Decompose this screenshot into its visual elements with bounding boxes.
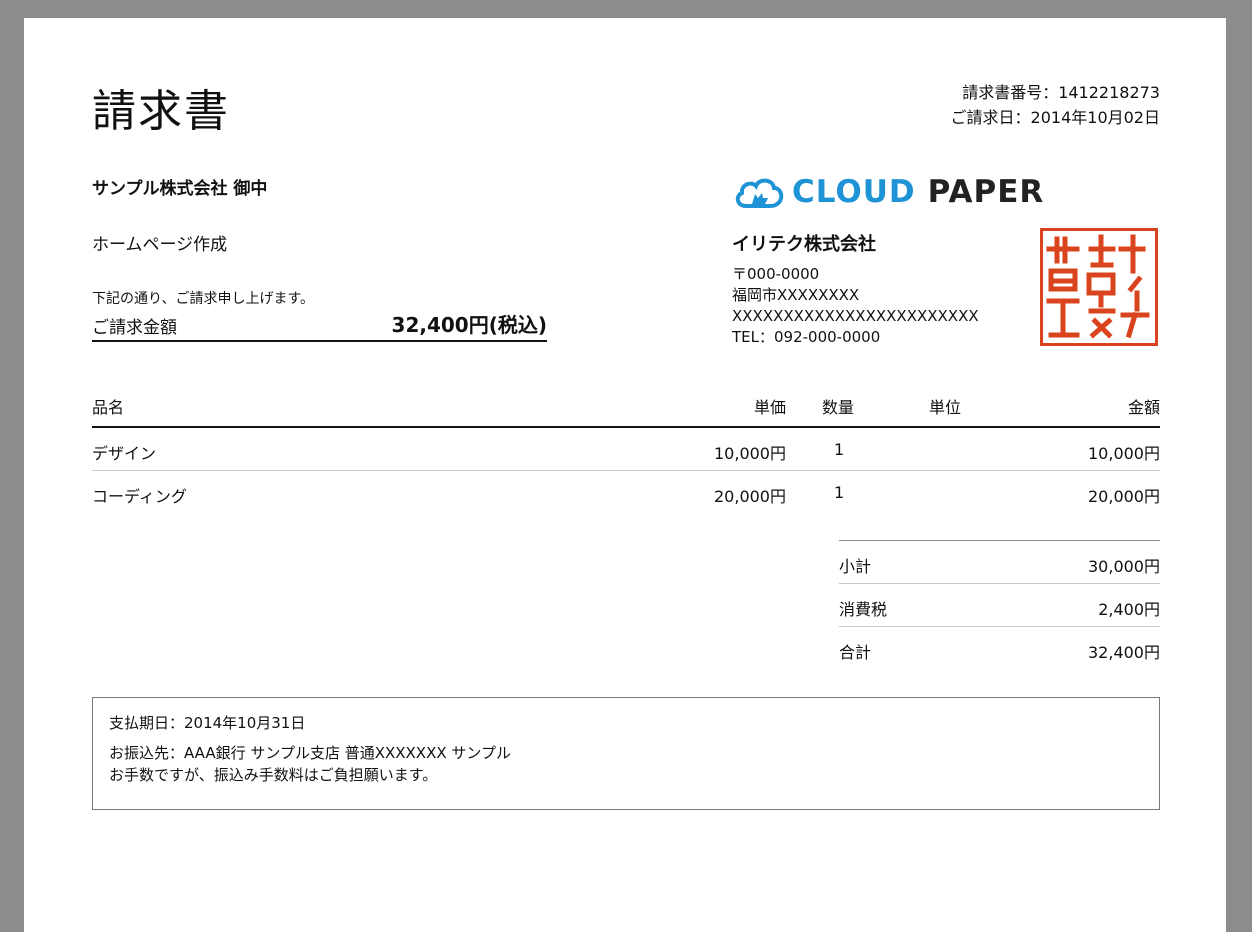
header-price: 単価 bbox=[753, 398, 786, 417]
logo-text-paper: PAPER bbox=[927, 174, 1045, 210]
total-label: 合計 bbox=[839, 643, 872, 662]
item-price: 20,000円 bbox=[714, 487, 786, 506]
line-items-table: 品名 単価 数量 単位 金額 デザイン 10,000円 1 10,000円 コー… bbox=[92, 386, 1160, 513]
payment-due-date: 支払期日：2014年10月31日 bbox=[109, 714, 306, 732]
item-name: コーディング bbox=[92, 487, 187, 506]
invoice-date: ご請求日：2014年10月02日 bbox=[950, 108, 1160, 127]
cloud-cat-icon bbox=[735, 178, 784, 208]
logo-text-cloud: CLOUD bbox=[792, 174, 916, 210]
issuer-postal: 〒000-0000 bbox=[732, 265, 820, 283]
item-qty: 1 bbox=[834, 440, 845, 459]
seal-stamp-icon bbox=[1046, 234, 1150, 339]
page-title: 請求書 bbox=[92, 86, 230, 137]
issuer-city: 福岡市XXXXXXXX bbox=[732, 286, 860, 304]
tax-row: 消費税 2,400円 bbox=[839, 584, 1160, 627]
invoice-meta: 請求書番号：1412218273 ご請求日：2014年10月02日 bbox=[951, 80, 1160, 130]
tax-label: 消費税 bbox=[839, 600, 888, 619]
client-name: サンプル株式会社 御中 bbox=[92, 179, 268, 199]
total-value: 32,400円 bbox=[1088, 643, 1160, 662]
company-seal-stamp bbox=[1040, 228, 1158, 346]
issuer-address: 〒000-0000 福岡市XXXXXXXX XXXXXXXXXXXXXXXXXX… bbox=[732, 264, 979, 348]
header-unit: 単位 bbox=[929, 398, 962, 417]
bank-account: お振込先：AAA銀行 サンプル支店 普通XXXXXXX サンプル bbox=[109, 744, 511, 762]
company-logo: CLOUD PAPER bbox=[732, 172, 1044, 212]
subtotal-row: 小計 30,000円 bbox=[839, 541, 1160, 584]
issuer-company: イリテク株式会社 bbox=[732, 234, 876, 255]
header-amount: 金額 bbox=[1127, 398, 1160, 417]
item-qty: 1 bbox=[834, 483, 845, 502]
subtotal-value: 30,000円 bbox=[1088, 557, 1160, 576]
invoice-number: 請求書番号：1412218273 bbox=[962, 83, 1160, 102]
fee-note: お手数ですが、振込み手数料はご負担願います。 bbox=[109, 766, 438, 784]
billed-amount-label: ご請求金額 bbox=[92, 318, 177, 338]
invoice-note: 下記の通り、ご請求申し上げます。 bbox=[92, 291, 315, 307]
payment-info-box: 支払期日：2014年10月31日 お振込先：AAA銀行 サンプル支店 普通XXX… bbox=[92, 697, 1160, 810]
issuer-tel: TEL：092-000-0000 bbox=[732, 328, 881, 346]
tax-value: 2,400円 bbox=[1098, 600, 1160, 619]
item-name: デザイン bbox=[92, 444, 157, 463]
table-header: 品名 単価 数量 単位 金額 bbox=[92, 386, 1160, 428]
total-row: 合計 32,400円 bbox=[839, 627, 1160, 669]
billed-amount-value: 32,400円(税込) bbox=[391, 313, 547, 337]
issuer-street: XXXXXXXXXXXXXXXXXXXXXXXX bbox=[732, 307, 979, 325]
invoice-subject: ホームページ作成 bbox=[92, 235, 228, 255]
item-price: 10,000円 bbox=[714, 444, 786, 463]
invoice-page: 請求書 請求書番号：1412218273 ご請求日：2014年10月02日 サン… bbox=[24, 18, 1226, 932]
item-amount: 10,000円 bbox=[1088, 444, 1160, 463]
subtotal-label: 小計 bbox=[839, 557, 872, 576]
table-row: コーディング 20,000円 1 20,000円 bbox=[92, 471, 1160, 513]
billed-amount-box: ご請求金額 32,400円(税込) bbox=[92, 308, 547, 342]
totals-summary: 小計 30,000円 消費税 2,400円 合計 32,400円 bbox=[839, 540, 1160, 669]
table-row: デザイン 10,000円 1 10,000円 bbox=[92, 428, 1160, 471]
header-name: 品名 bbox=[92, 398, 125, 417]
header-qty: 数量 bbox=[822, 398, 855, 417]
item-amount: 20,000円 bbox=[1088, 487, 1160, 506]
